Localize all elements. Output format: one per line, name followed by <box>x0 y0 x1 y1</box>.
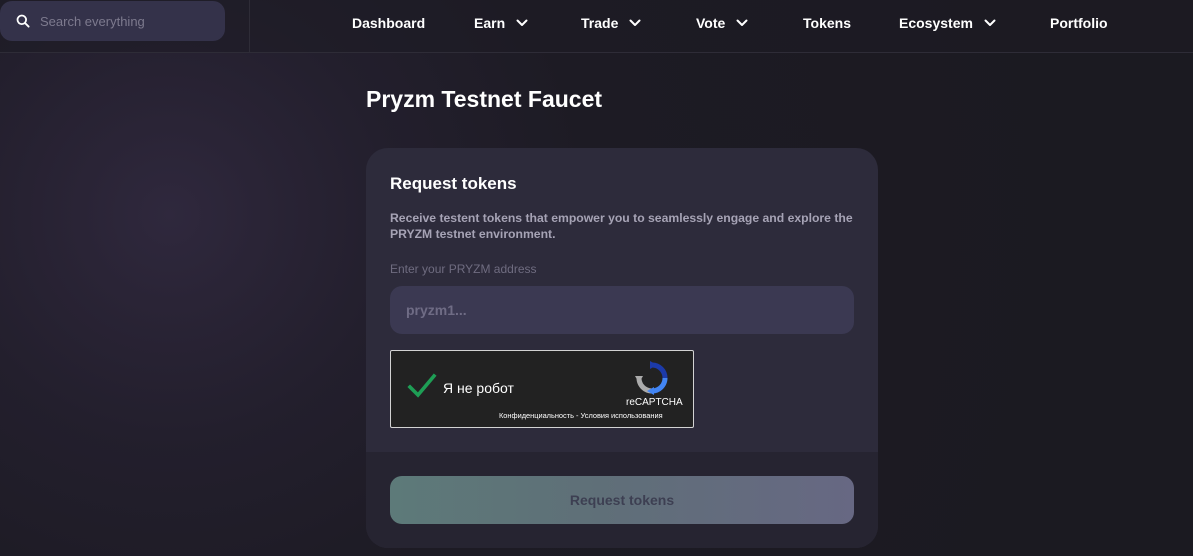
nav-dashboard-label: Dashboard <box>352 15 426 31</box>
request-tokens-button[interactable]: Request tokens <box>390 476 854 524</box>
nav-trade[interactable]: Trade <box>581 14 641 32</box>
chevron-down-icon <box>984 19 996 26</box>
search-bar[interactable] <box>0 1 225 41</box>
nav-portfolio[interactable]: Portfolio <box>1050 14 1108 32</box>
nav-earn[interactable]: Earn <box>474 14 528 32</box>
header-divider <box>249 0 250 53</box>
recaptcha-logo-icon <box>635 361 668 395</box>
checkmark-icon[interactable] <box>407 373 437 399</box>
page-title: Pryzm Testnet Faucet <box>366 86 603 112</box>
top-navigation-bar: Dashboard Earn Trade Vote Tokens Ecosyst… <box>0 0 1193 53</box>
nav-trade-label: Trade <box>581 15 619 31</box>
recaptcha-links: Конфиденциальность - Условия использован… <box>499 411 663 420</box>
faucet-card: Request tokens Receive testent tokens th… <box>366 148 878 548</box>
recaptcha-widget: Я не робот reCAPTCHA Конфиденциальность … <box>390 350 694 428</box>
card-title: Request tokens <box>390 174 517 193</box>
privacy-link[interactable]: Конфиденциальность <box>499 411 574 420</box>
nav-tokens-label: Tokens <box>803 15 851 31</box>
chevron-down-icon <box>629 19 641 26</box>
search-input[interactable] <box>40 13 210 29</box>
nav-earn-label: Earn <box>474 15 506 31</box>
nav-ecosystem[interactable]: Ecosystem <box>899 14 996 32</box>
chevron-down-icon <box>736 19 748 26</box>
nav-vote-label: Vote <box>696 15 726 31</box>
nav-ecosystem-label: Ecosystem <box>899 15 973 31</box>
nav-vote[interactable]: Vote <box>696 14 748 32</box>
link-separator: - <box>573 411 581 420</box>
terms-link[interactable]: Условия использования <box>581 411 663 420</box>
address-input[interactable] <box>390 286 854 334</box>
chevron-down-icon <box>516 19 528 26</box>
recaptcha-label: Я не робот <box>443 380 514 396</box>
recaptcha-brand: reCAPTCHA <box>626 397 683 408</box>
search-icon <box>16 14 30 28</box>
nav-portfolio-label: Portfolio <box>1050 15 1108 31</box>
nav-tokens[interactable]: Tokens <box>803 14 851 32</box>
card-description: Receive testent tokens that empower you … <box>390 211 853 241</box>
nav-dashboard[interactable]: Dashboard <box>352 14 425 32</box>
address-label: Enter your PRYZM address <box>390 262 537 276</box>
